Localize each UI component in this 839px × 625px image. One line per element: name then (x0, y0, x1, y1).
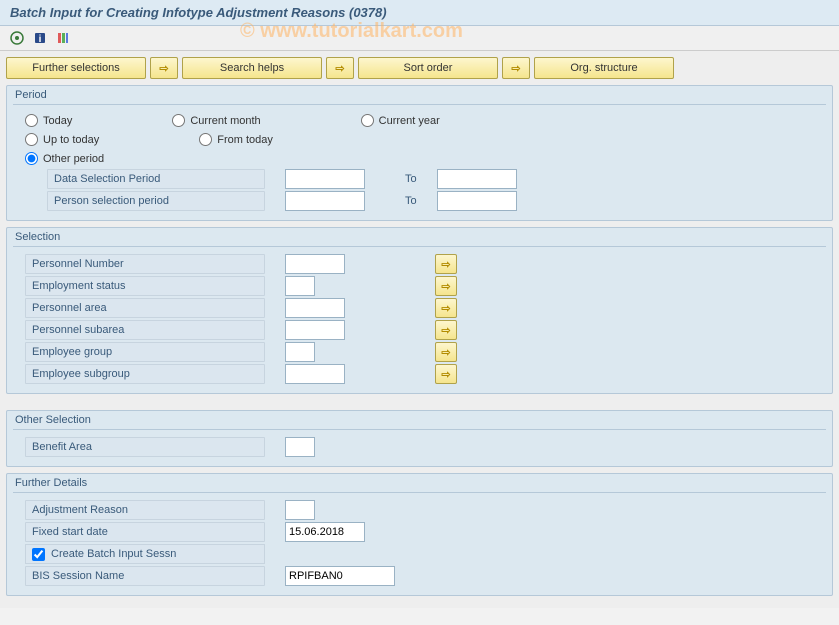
page-title: Batch Input for Creating Infotype Adjust… (10, 5, 829, 20)
arrow-right-icon: ⇨ (439, 257, 453, 271)
personnel-subarea-multi-button[interactable]: ⇨ (435, 320, 457, 340)
adjustment-reason-input[interactable] (285, 500, 315, 520)
radio-other-period-input[interactable] (25, 152, 38, 165)
radio-current-year-input[interactable] (361, 114, 374, 127)
benefit-area-label: Benefit Area (25, 437, 265, 457)
personnel-subarea-input[interactable] (285, 320, 345, 340)
other-selection-title: Other Selection (7, 411, 832, 426)
icon-toolbar: i (0, 26, 839, 51)
radio-other-period[interactable]: Other period (25, 152, 104, 165)
radio-from-today[interactable]: From today (199, 133, 273, 146)
period-title: Period (7, 86, 832, 101)
personnel-area-multi-button[interactable]: ⇨ (435, 298, 457, 318)
fixed-start-date-label: Fixed start date (25, 522, 265, 542)
sort-order-button[interactable]: Sort order (358, 57, 498, 79)
radio-current-month[interactable]: Current month (172, 114, 260, 127)
radio-today[interactable]: Today (25, 114, 72, 127)
data-selection-period-from-input[interactable] (285, 169, 365, 189)
button-toolbar: Further selections ⇨ Search helps ⇨ Sort… (6, 57, 833, 79)
adjustment-reason-label: Adjustment Reason (25, 500, 265, 520)
employee-group-multi-button[interactable]: ⇨ (435, 342, 457, 362)
page-header: Batch Input for Creating Infotype Adjust… (0, 0, 839, 26)
bis-session-name-label: BIS Session Name (25, 566, 265, 586)
org-structure-arrow-button[interactable]: ⇨ (502, 57, 530, 79)
bis-session-name-input[interactable] (285, 566, 395, 586)
further-selections-label: Further selections (32, 62, 119, 74)
divider (13, 429, 826, 430)
divider (13, 246, 826, 247)
further-details-title: Further Details (7, 474, 832, 489)
person-selection-period-from-input[interactable] (285, 191, 365, 211)
arrow-right-icon: ⇨ (439, 301, 453, 315)
selection-title: Selection (7, 228, 832, 243)
employee-subgroup-input[interactable] (285, 364, 345, 384)
employee-subgroup-multi-button[interactable]: ⇨ (435, 364, 457, 384)
radio-today-input[interactable] (25, 114, 38, 127)
radio-current-month-input[interactable] (172, 114, 185, 127)
further-selections-button[interactable]: Further selections (6, 57, 146, 79)
to-label: To (405, 195, 417, 207)
arrow-right-icon: ⇨ (439, 345, 453, 359)
further-details-groupbox: Further Details Adjustment Reason Fixed … (6, 473, 833, 596)
data-selection-period-label: Data Selection Period (47, 169, 265, 189)
create-batch-input-checkbox[interactable] (32, 548, 45, 561)
employment-status-multi-button[interactable]: ⇨ (435, 276, 457, 296)
search-helps-button[interactable]: Search helps (182, 57, 322, 79)
sort-order-label: Sort order (404, 62, 453, 74)
radio-current-year[interactable]: Current year (361, 114, 440, 127)
display-icon[interactable] (54, 29, 72, 47)
to-label: To (405, 173, 417, 185)
create-batch-input-label: Create Batch Input Sessn (51, 548, 176, 560)
arrow-right-icon: ⇨ (439, 279, 453, 293)
person-selection-period-label: Person selection period (47, 191, 265, 211)
radio-from-today-input[interactable] (199, 133, 212, 146)
employment-status-label: Employment status (25, 276, 265, 296)
radio-up-to-today[interactable]: Up to today (25, 133, 99, 146)
radio-up-to-today-input[interactable] (25, 133, 38, 146)
arrow-right-icon: ⇨ (439, 367, 453, 381)
employee-subgroup-label: Employee subgroup (25, 364, 265, 384)
data-selection-period-to-input[interactable] (437, 169, 517, 189)
create-batch-input-wrap[interactable]: Create Batch Input Sessn (25, 544, 265, 564)
personnel-area-label: Personnel area (25, 298, 265, 318)
personnel-number-label: Personnel Number (25, 254, 265, 274)
fixed-start-date-input[interactable] (285, 522, 365, 542)
employment-status-input[interactable] (285, 276, 315, 296)
benefit-area-input[interactable] (285, 437, 315, 457)
org-structure-button[interactable]: Org. structure (534, 57, 674, 79)
content-area: Further selections ⇨ Search helps ⇨ Sort… (0, 51, 839, 608)
divider (13, 104, 826, 105)
arrow-right-icon: ⇨ (509, 61, 523, 75)
person-selection-period-to-input[interactable] (437, 191, 517, 211)
info-icon[interactable]: i (31, 29, 49, 47)
search-helps-label: Search helps (220, 62, 284, 74)
personnel-area-input[interactable] (285, 298, 345, 318)
divider (13, 492, 826, 493)
employee-group-input[interactable] (285, 342, 315, 362)
sort-order-arrow-button[interactable]: ⇨ (326, 57, 354, 79)
arrow-right-icon: ⇨ (157, 61, 171, 75)
employee-group-label: Employee group (25, 342, 265, 362)
other-selection-groupbox: Other Selection Benefit Area (6, 410, 833, 467)
execute-icon[interactable] (8, 29, 26, 47)
selection-groupbox: Selection Personnel Number ⇨ Employment … (6, 227, 833, 394)
search-helps-arrow-button[interactable]: ⇨ (150, 57, 178, 79)
org-structure-label: Org. structure (570, 62, 637, 74)
personnel-number-input[interactable] (285, 254, 345, 274)
personnel-subarea-label: Personnel subarea (25, 320, 265, 340)
arrow-right-icon: ⇨ (439, 323, 453, 337)
period-groupbox: Period Today Current month Current year … (6, 85, 833, 221)
personnel-number-multi-button[interactable]: ⇨ (435, 254, 457, 274)
svg-text:i: i (39, 34, 42, 45)
arrow-right-icon: ⇨ (333, 61, 347, 75)
